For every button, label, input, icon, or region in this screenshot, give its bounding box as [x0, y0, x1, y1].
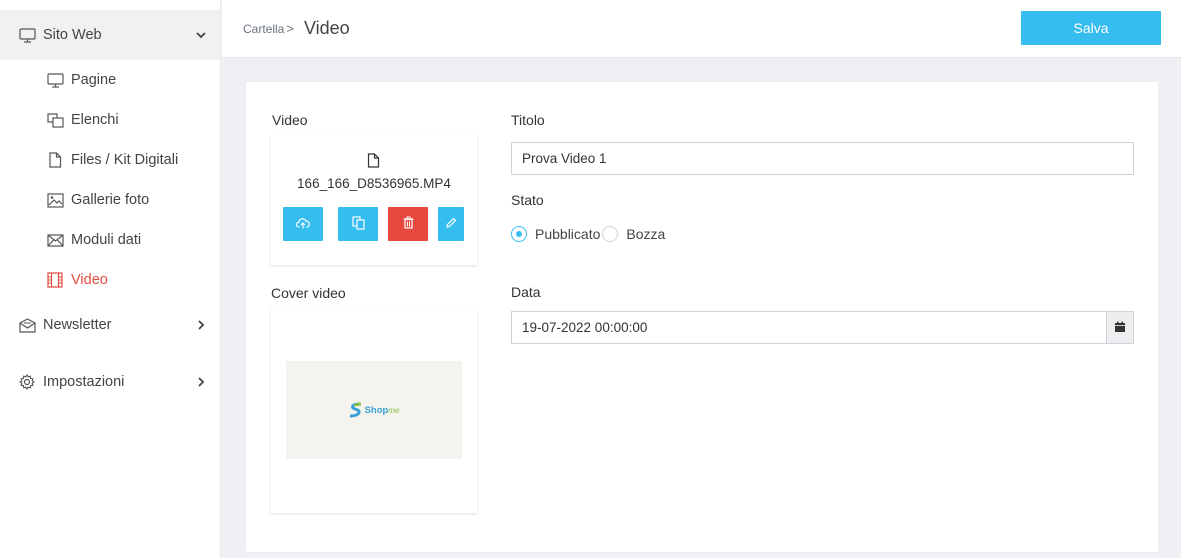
- logo-text: Shopme: [364, 404, 400, 416]
- sidebar: Sito Web Pagine Elenchi Files / Kit Digi…: [0, 0, 221, 558]
- chevron-down-icon: [194, 28, 208, 42]
- breadcrumb-separator: >: [286, 21, 294, 36]
- trash-icon: [403, 216, 414, 232]
- radio-label: Bozza: [626, 226, 666, 242]
- save-button[interactable]: Salva: [1021, 11, 1161, 45]
- sidebar-group-label: Newsletter: [43, 317, 112, 333]
- sidebar-group-label: Sito Web: [43, 27, 102, 43]
- sidebar-item-elenchi[interactable]: Elenchi: [0, 100, 220, 140]
- monitor-icon: [46, 71, 64, 89]
- sidebar-item-files[interactable]: Files / Kit Digitali: [0, 140, 220, 180]
- calendar-button[interactable]: [1107, 311, 1134, 344]
- sidebar-group-impostazioni[interactable]: Impostazioni: [0, 350, 220, 414]
- file-icon: [46, 151, 64, 169]
- copy-button[interactable]: [338, 207, 378, 241]
- sidebar-item-gallerie[interactable]: Gallerie foto: [0, 180, 220, 220]
- cloud-upload-icon: [295, 217, 310, 232]
- video-form-card: Video 166_166_D8536965.MP4 Cover video S…: [246, 82, 1158, 552]
- sidebar-item-label: Elenchi: [71, 112, 119, 128]
- sidebar-item-video[interactable]: Video: [0, 260, 220, 300]
- list-stack-icon: [46, 111, 64, 129]
- cover-image: Shopme: [286, 361, 462, 459]
- chevron-right-icon: [194, 375, 208, 389]
- video-file-name: 166_166_D8536965.MP4: [297, 176, 451, 191]
- newsletter-icon: [18, 316, 36, 334]
- monitor-icon: [18, 26, 36, 44]
- edit-button[interactable]: [438, 207, 464, 241]
- shopme-logo: Shopme: [349, 402, 400, 418]
- pencil-icon: [445, 217, 457, 232]
- video-label: Video: [272, 112, 308, 128]
- date-label: Data: [511, 284, 541, 300]
- copy-icon: [351, 215, 365, 233]
- cover-video-label: Cover video: [271, 285, 346, 301]
- video-file-panel: 166_166_D8536965.MP4: [271, 135, 477, 265]
- title-label: Titolo: [511, 112, 545, 128]
- upload-button[interactable]: [283, 207, 323, 241]
- sidebar-item-pagine[interactable]: Pagine: [0, 60, 220, 100]
- delete-button[interactable]: [388, 207, 428, 241]
- sidebar-group-label: Impostazioni: [43, 374, 125, 390]
- sidebar-item-label: Files / Kit Digitali: [71, 152, 179, 168]
- file-icon: [367, 153, 380, 171]
- page-title: Video: [303, 18, 350, 38]
- gallery-icon: [46, 191, 64, 209]
- sidebar-item-label: Moduli dati: [71, 232, 142, 248]
- state-label: Stato: [511, 192, 544, 208]
- sidebar-item-label: Video: [71, 272, 108, 288]
- top-bar: Cartella > Video Salva: [222, 0, 1181, 58]
- gear-icon: [18, 373, 36, 391]
- radio-pubblicato[interactable]: [511, 226, 527, 242]
- breadcrumb[interactable]: Cartella: [243, 22, 284, 36]
- sidebar-item-label: Gallerie foto: [71, 192, 150, 208]
- sidebar-group-sito-web[interactable]: Sito Web: [0, 10, 220, 60]
- calendar-icon: [1114, 320, 1126, 336]
- cover-video-panel[interactable]: Shopme: [271, 308, 477, 513]
- sidebar-item-moduli[interactable]: Moduli dati: [0, 220, 220, 260]
- film-icon: [46, 271, 64, 289]
- radio-label: Pubblicato: [535, 226, 601, 242]
- sidebar-item-label: Pagine: [71, 72, 117, 88]
- state-radio-group: Pubblicato Bozza: [511, 226, 667, 242]
- sidebar-group-newsletter[interactable]: Newsletter: [0, 300, 220, 350]
- date-input[interactable]: [511, 311, 1107, 344]
- chevron-right-icon: [194, 318, 208, 332]
- envelope-icon: [46, 231, 64, 249]
- title-input[interactable]: [511, 142, 1134, 175]
- radio-bozza[interactable]: [602, 226, 619, 242]
